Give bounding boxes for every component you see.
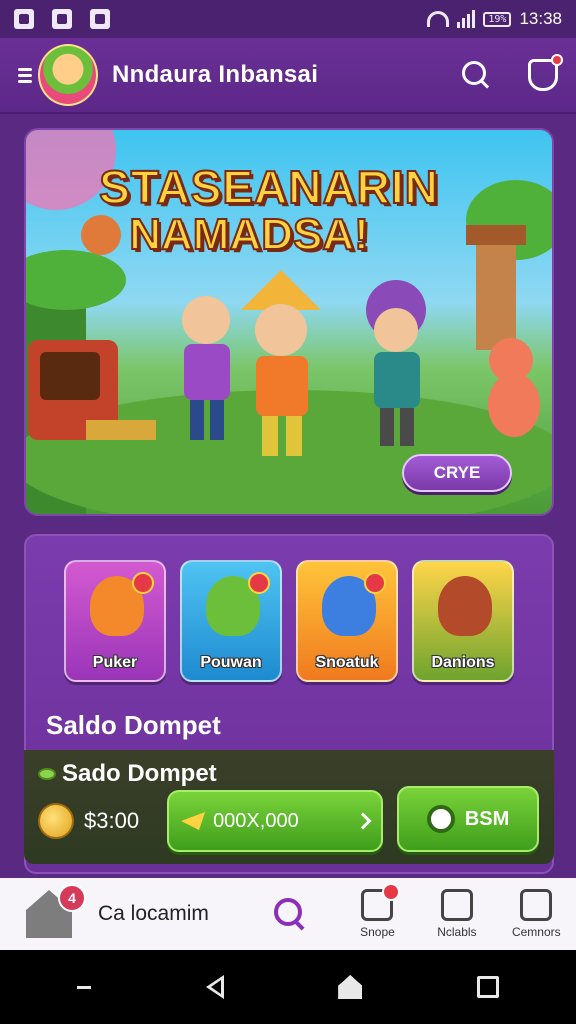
home-label: Ca locamim [98, 902, 209, 925]
nav-label: Nclabls [437, 925, 477, 939]
shield-icon[interactable] [528, 54, 563, 91]
recent-apps-icon[interactable] [476, 976, 499, 998]
notification-icons [14, 9, 110, 29]
wallet-icon [38, 768, 56, 780]
game-badge [364, 572, 386, 594]
menu-icon[interactable] [77, 985, 92, 989]
bsm-label: BSM [464, 807, 510, 830]
bottom-nav: 4 Ca locamim Snope Nclabls Cemnors [0, 878, 576, 950]
system-nav-bar [0, 950, 576, 1024]
nav-label: Snope [360, 925, 395, 939]
wifi-icon [427, 11, 450, 27]
clock: 13:38 [519, 9, 562, 28]
list-icon [440, 889, 473, 921]
notification-dot [381, 883, 400, 901]
send-icon [181, 812, 206, 830]
status-icons: 19% 13:38 [427, 9, 562, 29]
game-list: Puker Pouwan Snoatuk Danions [64, 560, 514, 682]
wallet-balance: $3:00 [84, 808, 140, 833]
game-badge [248, 572, 270, 594]
avatar[interactable] [38, 44, 98, 106]
menu-icon[interactable] [18, 67, 32, 83]
home-icon[interactable] [338, 975, 363, 999]
nav-item-cemnors[interactable]: Cemnors [497, 889, 576, 939]
game-tile-danions[interactable]: Danions [412, 560, 514, 682]
nav-item-nclabls[interactable]: Nclabls [417, 889, 496, 939]
wallet-card: Sado Dompet $3:00 000X,000 BSM [24, 750, 554, 864]
app-title: Nndaura Inbansai [112, 61, 319, 88]
game-tile-snoatuk[interactable]: Snoatuk [296, 560, 398, 682]
app-bar: Nndaura Inbansai [0, 38, 576, 114]
settings-icon [520, 889, 553, 921]
deposit-value: 000X,000 [213, 809, 299, 832]
game-art [438, 576, 492, 636]
game-tile-pouwan[interactable]: Pouwan [180, 560, 282, 682]
game-label: Puker [92, 654, 138, 671]
banner-title: STASEANARIN [98, 160, 439, 214]
notification-icon [14, 9, 34, 29]
wallet-row: $3:00 000X,000 BSM [38, 786, 540, 852]
wallet-title: Sado Dompet [38, 760, 217, 788]
nav-label: Cemnors [511, 925, 561, 939]
game-tile-puker[interactable]: Puker [64, 560, 166, 682]
game-label: Pouwan [200, 654, 262, 671]
battery-icon: 19% [483, 11, 512, 27]
back-icon[interactable] [205, 975, 224, 999]
game-badge [132, 572, 154, 594]
game-label: Snoatuk [315, 654, 379, 671]
notification-dot [551, 54, 563, 66]
banner-cta-button[interactable]: CRYE [402, 454, 512, 492]
signal-icon [457, 10, 476, 28]
chevron-right-icon [354, 812, 372, 830]
home-badge: 4 [58, 884, 86, 912]
banner-subtitle: NAMADSA! [128, 209, 370, 260]
deposit-button[interactable]: 000X,000 [167, 790, 384, 852]
notification-icon [52, 9, 72, 29]
coin-icon [38, 803, 74, 839]
notification-icon [90, 9, 110, 29]
search-icon[interactable] [460, 59, 492, 91]
search-q-icon [426, 805, 455, 833]
game-label: Danions [431, 654, 495, 671]
wallet-title-text: Sado Dompet [62, 760, 217, 787]
bsm-button[interactable]: BSM [397, 786, 540, 852]
nav-item-snope[interactable]: Snope [338, 883, 417, 939]
nav-search-icon[interactable] [272, 896, 308, 932]
nav-home[interactable]: 4 Ca locamim [0, 884, 258, 938]
status-bar: 19% 13:38 [0, 0, 576, 38]
promo-banner[interactable]: STASEANARIN NAMADSA! CRYE [24, 128, 554, 516]
saldo-heading: Saldo Dompet [46, 710, 221, 740]
